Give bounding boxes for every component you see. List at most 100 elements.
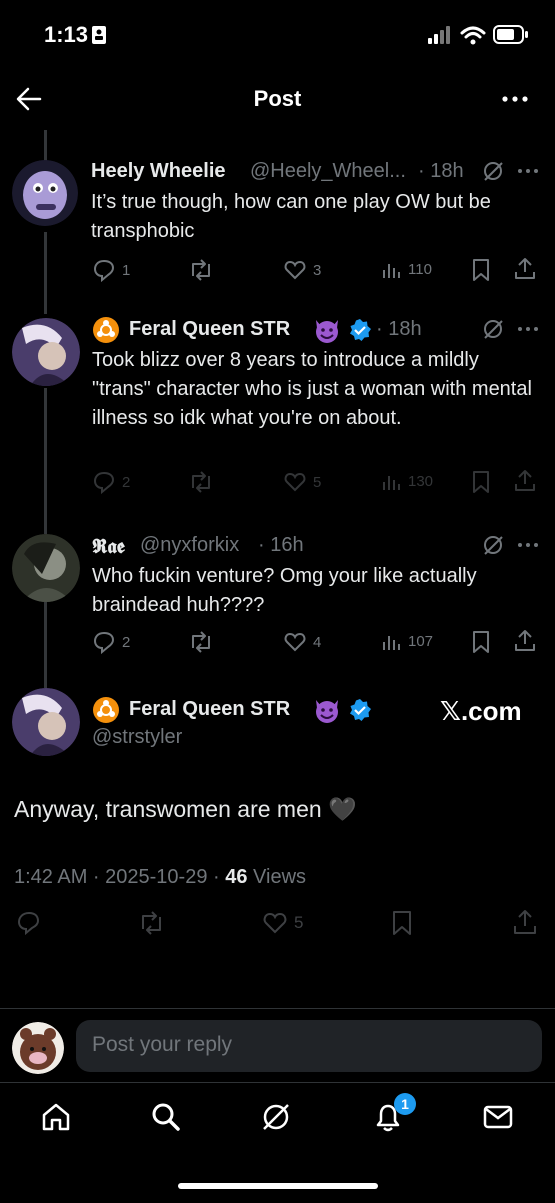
verified-badge-icon <box>350 699 371 721</box>
views-icon <box>383 476 400 490</box>
author-name[interactable]: Feral Queen STR <box>129 698 290 721</box>
devil-emoji-icon <box>316 320 338 343</box>
page-title: Post <box>253 86 302 111</box>
post-time: · 16h <box>258 534 304 556</box>
reply-icon <box>93 259 115 282</box>
main-action-bar: 5 <box>0 906 555 940</box>
avatar[interactable] <box>12 318 80 386</box>
id-card-icon <box>92 26 106 44</box>
home-icon[interactable] <box>40 1101 72 1133</box>
reply-tweet[interactable]: 𝕽𝖆𝖊 @nyxforkix · 16h Who fuckin venture?… <box>0 528 555 668</box>
post-text: It’s true though, how can one play OW bu… <box>91 191 491 242</box>
like-button[interactable]: 3 <box>283 258 321 282</box>
author-handle[interactable]: @nyxforkix <box>140 534 239 557</box>
avatar[interactable] <box>12 534 80 602</box>
views-label: Views <box>247 866 307 888</box>
repost-icon[interactable] <box>188 630 214 654</box>
bookmark-icon[interactable] <box>470 258 492 282</box>
grok-icon[interactable] <box>260 1101 292 1133</box>
author-handle[interactable]: @strstyler <box>92 726 182 749</box>
views-button[interactable]: 130 <box>380 470 433 492</box>
grok-icon[interactable] <box>482 318 504 340</box>
status-bar: 1:13 <box>0 0 555 70</box>
like-button[interactable]: 5 <box>262 910 303 936</box>
reply-count: 2 <box>122 473 131 491</box>
home-indicator <box>178 1183 378 1189</box>
bookmark-icon[interactable] <box>390 910 414 936</box>
like-button[interactable]: 5 <box>283 470 321 494</box>
repost-icon[interactable] <box>188 470 214 494</box>
share-icon[interactable] <box>513 256 537 282</box>
x-com-watermark: 𝕏.com <box>440 696 522 726</box>
views-icon <box>383 264 400 278</box>
author-name[interactable]: Heely Wheelie <box>91 160 226 183</box>
notification-badge: 1 <box>394 1093 416 1115</box>
views-button[interactable]: 110 <box>380 258 432 280</box>
author-name[interactable]: 𝕽𝖆𝖊 <box>92 534 125 558</box>
verified-badge-icon <box>350 319 371 341</box>
views-icon <box>383 636 400 650</box>
devil-emoji-icon <box>316 700 338 723</box>
user-avatar[interactable] <box>12 1022 64 1074</box>
like-button[interactable]: 4 <box>283 630 321 654</box>
post-meta: 1:42 AM · 2025-10-29 · 46 Views <box>14 866 306 889</box>
bookmark-icon[interactable] <box>470 630 492 654</box>
share-icon[interactable] <box>513 628 537 654</box>
share-icon[interactable] <box>512 908 538 936</box>
bookmark-icon[interactable] <box>470 470 492 494</box>
reply-tweet[interactable]: Heely Wheelie @Heely_Wheel... · 18h It’s… <box>0 150 555 300</box>
avatar[interactable] <box>12 160 78 226</box>
repost-icon[interactable] <box>138 910 166 936</box>
battery-icon <box>493 25 528 44</box>
post-time: · 18h <box>376 318 422 340</box>
views-count: 130 <box>408 472 434 490</box>
like-count: 4 <box>313 633 322 651</box>
post-text: Took blizz over 8 years to introduce a m… <box>92 349 532 429</box>
views-count[interactable]: 46 <box>225 866 247 888</box>
action-bar: 2 5 130 <box>0 470 555 500</box>
like-count: 5 <box>294 913 304 932</box>
more-options-icon[interactable] <box>500 84 530 114</box>
more-options-icon[interactable] <box>516 164 540 178</box>
divider <box>0 1008 555 1009</box>
reply-tweet[interactable]: Feral Queen STR · 18h Took blizz over 8 … <box>0 310 555 510</box>
main-post: Feral Queen STR 𝕏.com @strstyler Anyway,… <box>0 686 555 956</box>
biohazard-badge-icon <box>92 316 120 344</box>
post-timestamp: 1:42 AM · 2025-10-29 · <box>14 866 226 888</box>
reply-button[interactable]: 2 <box>92 630 130 654</box>
heart-icon <box>263 912 287 934</box>
reply-button[interactable]: 1 <box>92 258 130 282</box>
reply-icon <box>93 631 115 654</box>
post-text: Anyway, transwomen are men 🖤 <box>14 796 357 822</box>
heart-icon <box>284 260 306 280</box>
status-time: 1:13 <box>44 22 89 47</box>
reply-icon[interactable] <box>16 910 42 936</box>
heart-icon <box>284 632 306 652</box>
views-count: 110 <box>408 260 432 278</box>
views-count: 107 <box>408 632 434 650</box>
like-count: 3 <box>313 261 322 279</box>
reply-icon <box>93 471 115 494</box>
signal-icon <box>428 26 450 44</box>
grok-icon[interactable] <box>482 160 504 182</box>
heart-icon <box>284 472 306 492</box>
repost-icon[interactable] <box>188 258 214 282</box>
more-options-icon[interactable] <box>516 322 540 336</box>
reply-button[interactable]: 2 <box>92 470 130 494</box>
share-icon[interactable] <box>513 468 537 494</box>
wifi-icon <box>460 26 486 45</box>
like-count: 5 <box>313 473 322 491</box>
reply-count: 2 <box>122 633 131 651</box>
reply-count: 1 <box>122 261 131 279</box>
biohazard-badge-icon <box>93 697 119 723</box>
author-handle[interactable]: @Heely_Wheel... <box>250 160 406 183</box>
search-icon[interactable] <box>150 1101 182 1133</box>
post-time: · 18h <box>418 160 464 182</box>
more-options-icon[interactable] <box>516 538 540 552</box>
author-name[interactable]: Feral Queen STR <box>129 318 290 341</box>
messages-icon[interactable] <box>482 1103 514 1131</box>
post-text: Who fuckin venture? Omg your like actual… <box>92 565 477 616</box>
avatar[interactable] <box>12 688 80 756</box>
grok-icon[interactable] <box>482 534 504 556</box>
views-button[interactable]: 107 <box>380 630 433 652</box>
